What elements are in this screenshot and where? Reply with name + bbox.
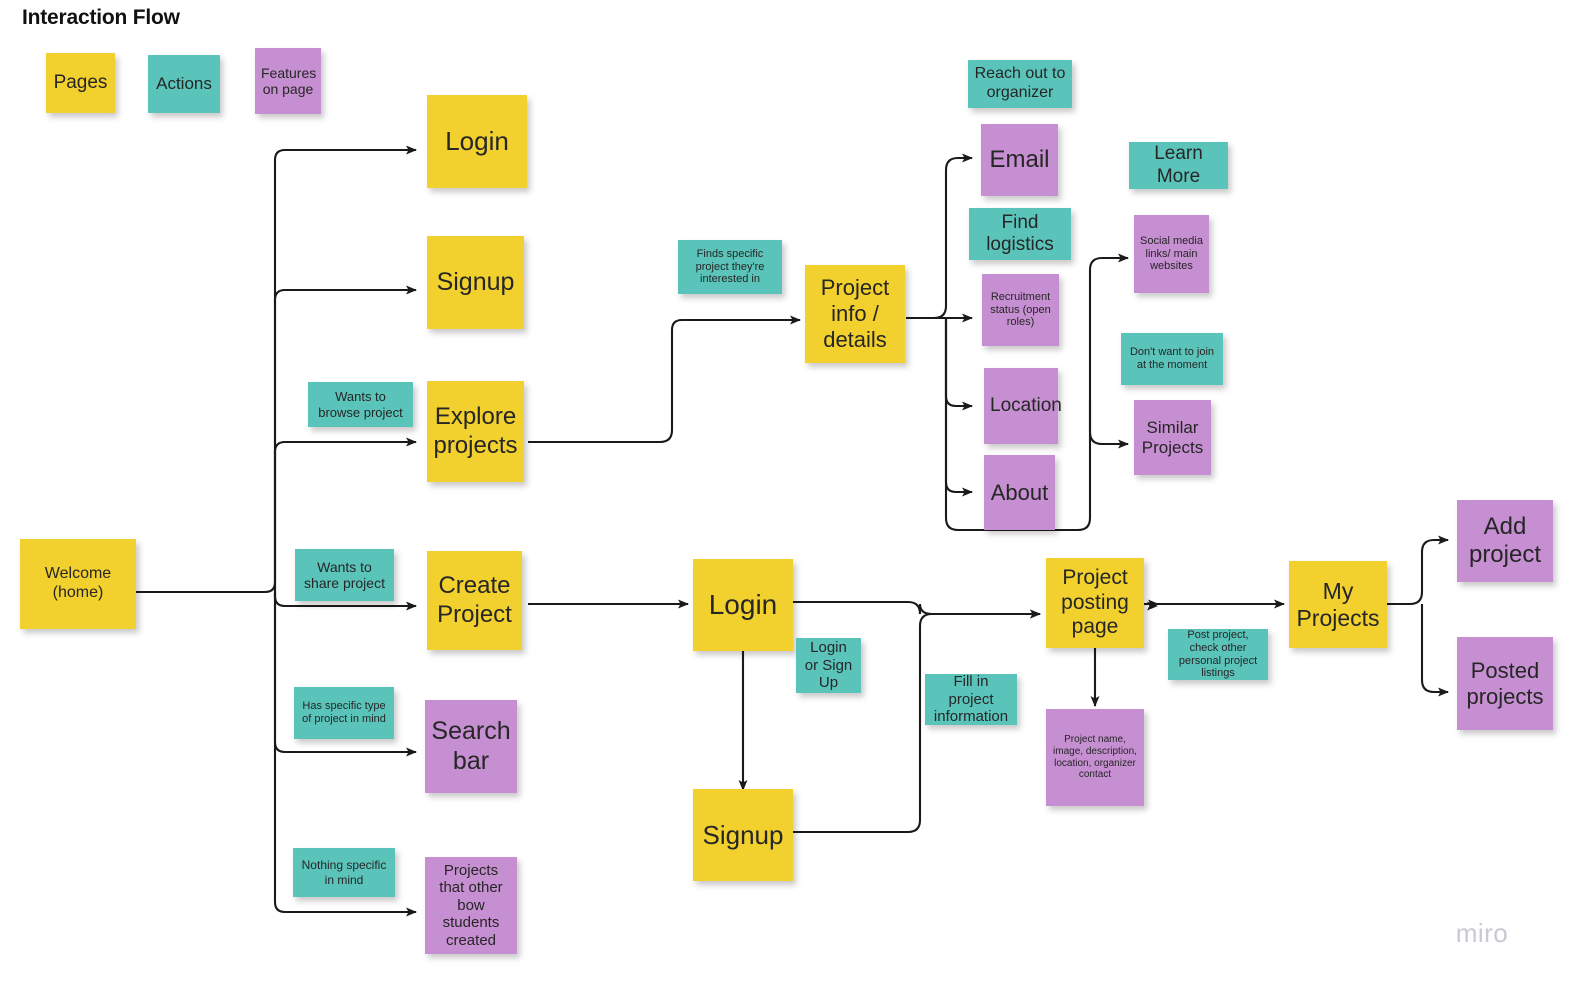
node-welcome-label: Welcome (home): [44, 565, 112, 601]
node-signup-mid[interactable]: Signup: [693, 789, 793, 881]
node-find-logistics[interactable]: Find logistics: [969, 208, 1071, 260]
node-reach-out[interactable]: Reach out to organizer: [968, 60, 1072, 108]
node-post-check[interactable]: Post project, check other personal proje…: [1168, 629, 1268, 680]
node-other-projects-label: Projects that other bow students created: [439, 861, 503, 949]
node-find-logistics-label: Find logistics: [986, 211, 1054, 255]
node-email-label: Email: [989, 145, 1050, 173]
node-about[interactable]: About: [984, 455, 1055, 530]
node-finds-specific-label: Finds specific project they're intereste…: [695, 247, 765, 286]
node-recruitment-status[interactable]: Recruitment status (open roles): [982, 274, 1059, 346]
legend-features-label: Features on page: [261, 64, 317, 97]
node-location-label: Location: [990, 394, 1062, 416]
node-about-label: About: [990, 479, 1049, 505]
node-wants-browse[interactable]: Wants to browse project: [308, 382, 413, 427]
miro-watermark: miro: [1455, 918, 1509, 948]
legend-pages-label: Pages: [53, 71, 108, 93]
node-other-projects[interactable]: Projects that other bow students created: [425, 857, 517, 954]
node-add-project[interactable]: Add project: [1457, 500, 1553, 582]
interaction-flow-board: Interaction Flow Pages Actions Features …: [0, 0, 1582, 987]
legend-features: Features on page: [255, 48, 321, 114]
node-finds-specific[interactable]: Finds specific project they're intereste…: [678, 240, 782, 294]
node-explore-projects[interactable]: Explore projects: [427, 381, 524, 482]
node-posting-page-label: Project posting page: [1061, 566, 1129, 639]
node-signup-top[interactable]: Signup: [427, 236, 524, 329]
node-login-top[interactable]: Login: [427, 95, 527, 188]
node-social-media[interactable]: Social media links/ main websites: [1134, 215, 1209, 293]
node-posted-projects-label: Posted projects: [1466, 657, 1544, 709]
node-has-specific-type-label: Has specific type of project in mind: [302, 700, 386, 725]
node-my-projects-label: My Projects: [1296, 577, 1380, 631]
node-search-bar-label: Search bar: [431, 717, 511, 775]
node-reach-out-label: Reach out to organizer: [974, 65, 1066, 101]
node-login-mid-label: Login: [708, 588, 778, 620]
node-login-mid[interactable]: Login: [693, 559, 793, 651]
node-login-top-label: Login: [445, 126, 509, 157]
node-dont-want-join-label: Don't want to join at the moment: [1129, 346, 1215, 371]
node-project-fields-label: Project name, image, description, locati…: [1053, 734, 1137, 781]
node-learn-more[interactable]: Learn More: [1129, 142, 1228, 189]
node-posted-projects[interactable]: Posted projects: [1457, 637, 1553, 730]
node-signup-mid-label: Signup: [702, 819, 784, 850]
node-wants-share[interactable]: Wants to share project: [295, 549, 394, 601]
node-create-project-label: Create Project: [437, 572, 512, 628]
node-social-media-label: Social media links/ main websites: [1140, 234, 1203, 273]
node-posting-page[interactable]: Project posting page: [1046, 558, 1144, 648]
node-login-or-signup-label: Login or Sign Up: [804, 639, 853, 692]
node-fill-in-info-label: Fill in project information: [933, 673, 1009, 726]
legend-actions-label: Actions: [156, 74, 212, 94]
node-similar-projects[interactable]: Similar Projects: [1134, 400, 1211, 475]
node-similar-projects-label: Similar Projects: [1141, 417, 1204, 457]
node-email[interactable]: Email: [981, 124, 1058, 196]
node-dont-want-join[interactable]: Don't want to join at the moment: [1121, 333, 1223, 385]
node-search-bar[interactable]: Search bar: [425, 700, 517, 793]
node-signup-top-label: Signup: [436, 267, 515, 296]
legend-actions: Actions: [148, 55, 220, 113]
node-my-projects[interactable]: My Projects: [1289, 561, 1387, 648]
node-nothing-specific[interactable]: Nothing specific in mind: [293, 848, 395, 897]
node-project-info[interactable]: Project info / details: [805, 265, 905, 363]
node-add-project-label: Add project: [1468, 512, 1542, 568]
node-nothing-specific-label: Nothing specific in mind: [301, 858, 387, 887]
node-welcome[interactable]: Welcome (home): [20, 539, 136, 629]
node-explore-projects-label: Explore projects: [433, 403, 518, 459]
node-fill-in-info[interactable]: Fill in project information: [925, 673, 1017, 726]
node-learn-more-label: Learn More: [1154, 143, 1203, 187]
node-project-fields[interactable]: Project name, image, description, locati…: [1046, 709, 1144, 806]
node-project-info-label: Project info / details: [820, 275, 890, 352]
node-has-specific-type[interactable]: Has specific type of project in mind: [294, 687, 394, 739]
node-login-or-signup[interactable]: Login or Sign Up: [796, 638, 861, 693]
node-wants-browse-label: Wants to browse project: [318, 389, 403, 420]
node-create-project[interactable]: Create Project: [427, 551, 522, 650]
node-recruitment-status-label: Recruitment status (open roles): [990, 290, 1051, 329]
legend-pages: Pages: [46, 53, 115, 113]
node-location[interactable]: Location: [984, 368, 1062, 444]
node-post-check-label: Post project, check other personal proje…: [1178, 628, 1258, 680]
node-wants-share-label: Wants to share project: [304, 558, 385, 591]
